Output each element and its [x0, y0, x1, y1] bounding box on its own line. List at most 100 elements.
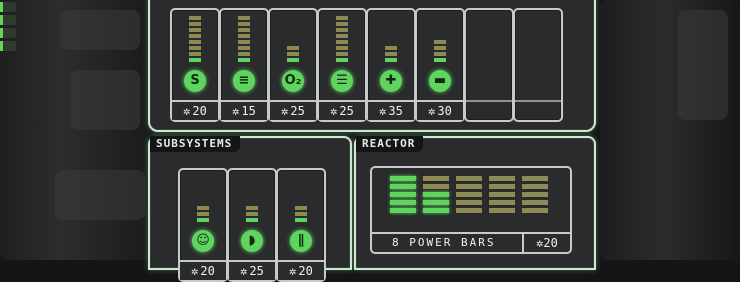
- cost-value: 15: [241, 104, 256, 118]
- ship-hull-right: [600, 0, 740, 260]
- reactor-bar: [456, 208, 482, 213]
- reactor-bar: [390, 200, 416, 205]
- power-bar: [434, 58, 446, 62]
- power-bar: [189, 28, 201, 32]
- power-bar: [238, 22, 250, 26]
- piloting-icon: ☺: [192, 230, 214, 252]
- power-bar: [246, 206, 258, 210]
- power-bar: [295, 218, 307, 222]
- system-card-weapons[interactable]: ☰ ✲ 25: [317, 8, 367, 122]
- system-card-engines[interactable]: ≡ ✲ 15: [219, 8, 269, 122]
- cost-value: 20: [200, 264, 215, 278]
- scrap-icon: ✲: [330, 104, 338, 118]
- upgrade-cost: ✲ 35: [368, 100, 414, 120]
- sensors-icon: ◗: [241, 230, 263, 252]
- upgrade-cost: ✲ 20: [180, 260, 226, 280]
- power-bar: [238, 58, 250, 62]
- upgrade-cost: ✲ 25: [319, 100, 365, 120]
- power-bar: [336, 22, 348, 26]
- system-card-medbay[interactable]: ✚ ✲ 35: [366, 8, 416, 122]
- reactor-bar: [522, 176, 548, 181]
- scrap-icon: ✲: [240, 264, 248, 278]
- cost-value: 20: [192, 104, 207, 118]
- cost-value: 35: [388, 104, 403, 118]
- power-bar: [336, 16, 348, 20]
- engines-icon: ≡: [233, 70, 255, 92]
- power-bar: [336, 34, 348, 38]
- power-bar: [434, 46, 446, 50]
- power-level-bars: [238, 16, 250, 64]
- power-bar: [434, 52, 446, 56]
- power-bar: [189, 34, 201, 38]
- cost-value: 20: [298, 264, 313, 278]
- power-bar: [246, 212, 258, 216]
- power-bar: [385, 58, 397, 62]
- power-bar: [246, 218, 258, 222]
- power-bar: [336, 40, 348, 44]
- reactor-bar: [522, 192, 548, 197]
- scrap-icon: ✲: [281, 104, 289, 118]
- reactor-panel: REACTOR 8 POWER BARS ✲20: [354, 136, 596, 270]
- power-bar: [287, 58, 299, 62]
- reactor-power-label: 8 POWER BARS: [392, 236, 496, 249]
- reactor-bar: [423, 208, 449, 213]
- power-level-bars: [385, 46, 397, 64]
- reactor-upgrade-button[interactable]: 8 POWER BARS ✲20: [370, 166, 572, 254]
- upgrade-cost: ✲ 20: [278, 260, 324, 280]
- system-card-piloting[interactable]: ☺ ✲ 20: [178, 168, 228, 282]
- reactor-bar: [522, 200, 548, 205]
- reactor-cost-value: 20: [543, 236, 558, 250]
- empty-system-slot: [513, 8, 563, 122]
- power-level-bars: [434, 40, 446, 64]
- power-level-bars: [189, 16, 201, 64]
- cost-value: 25: [249, 264, 264, 278]
- empty-system-slot: [464, 8, 514, 122]
- reactor-bar: [456, 200, 482, 205]
- system-card-sensors[interactable]: ◗ ✲ 25: [227, 168, 277, 282]
- doors-icon: ∥: [290, 230, 312, 252]
- scrap-icon: ✲: [191, 264, 199, 278]
- reactor-bar-column: [489, 176, 515, 216]
- reactor-bar: [456, 184, 482, 189]
- subsystems-title: SUBSYSTEMS: [150, 136, 241, 152]
- reactor-bar: [489, 208, 515, 213]
- reactor-bar: [390, 192, 416, 197]
- power-bar: [197, 218, 209, 222]
- system-card-oxygen[interactable]: O₂ ✲ 25: [268, 8, 318, 122]
- power-bar: [287, 46, 299, 50]
- power-bar: [197, 212, 209, 216]
- reactor-bar: [390, 208, 416, 213]
- shields-icon: S: [184, 70, 206, 92]
- power-bar: [295, 212, 307, 216]
- upgrade-cost: ✲ 25: [270, 100, 316, 120]
- subsystems-panel: SUBSYSTEMS ☺ ✲ 20 ◗ ✲ 25 ∥ ✲ 20: [148, 136, 352, 282]
- reactor-bar-column: [456, 176, 482, 216]
- upgrade-cost: ✲ 30: [417, 100, 463, 120]
- reactor-bar: [522, 184, 548, 189]
- reactor-upgrade-cost: ✲20: [522, 234, 570, 252]
- power-bar: [238, 40, 250, 44]
- power-level-bars: [246, 206, 258, 224]
- power-bar: [336, 58, 348, 62]
- system-card-drones[interactable]: ▬ ✲ 30: [415, 8, 465, 122]
- power-level-bars: [336, 16, 348, 64]
- reactor-bar: [489, 176, 515, 181]
- power-bar: [295, 206, 307, 210]
- system-card-shields[interactable]: S ✲ 20: [170, 8, 220, 122]
- system-card-doors[interactable]: ∥ ✲ 20: [276, 168, 326, 282]
- power-bar: [189, 58, 201, 62]
- power-bar: [238, 34, 250, 38]
- power-bar: [197, 206, 209, 210]
- power-bar: [385, 46, 397, 50]
- power-bar: [385, 52, 397, 56]
- cost-value: 30: [437, 104, 452, 118]
- reactor-bar: [423, 200, 449, 205]
- reactor-bar: [390, 176, 416, 181]
- scrap-icon: ✲: [183, 104, 191, 118]
- reactor-bar: [390, 184, 416, 189]
- power-bar: [189, 52, 201, 56]
- reactor-bar: [489, 192, 515, 197]
- power-bar: [336, 52, 348, 56]
- oxygen-icon: O₂: [282, 70, 304, 92]
- power-bar: [238, 46, 250, 50]
